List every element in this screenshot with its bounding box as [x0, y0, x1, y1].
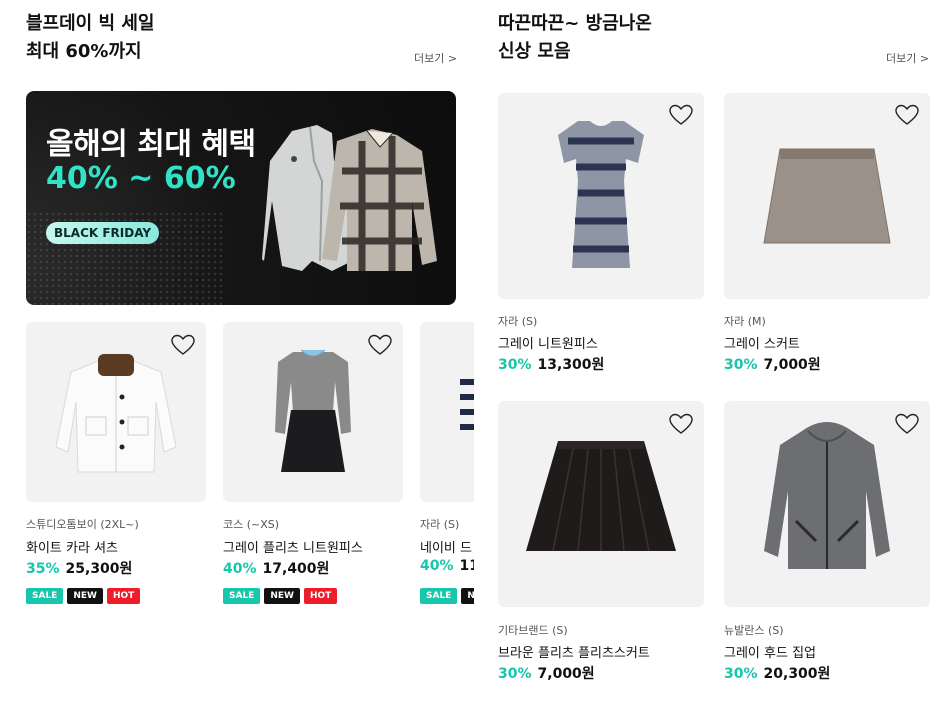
heart-icon[interactable] [669, 104, 693, 126]
hot-badge: HOT [106, 588, 141, 604]
product-brand: 자라 (S) [498, 315, 538, 328]
product-price-line: 35% 25,300원 [26, 558, 132, 578]
hot-badge: HOT [303, 588, 338, 604]
product-name[interactable]: 화이트 카라 셔츠 [26, 537, 118, 556]
new-badge: N [461, 588, 474, 604]
right-title-line1: 따끈따끈~ 방금나온 [498, 13, 652, 34]
black-friday-banner[interactable]: 올해의 최대 혜택 40% ~ 60% BLACK FRIDAY [26, 91, 456, 305]
left-title-line2: 최대 60%까지 [26, 41, 142, 62]
price: 7,000원 [537, 666, 595, 682]
discount-rate: 30% [724, 357, 758, 373]
discount-rate: 30% [498, 666, 532, 682]
left-product-carousel[interactable]: 스튜디오톰보이 (2XL~) 화이트 카라 셔츠 35% 25,300원 SALE… [0, 318, 474, 618]
banner-clothes-image [262, 125, 437, 271]
heart-icon[interactable] [368, 334, 392, 356]
banner-headline: 올해의 최대 혜택 [46, 127, 256, 162]
heart-icon[interactable] [669, 413, 693, 435]
product-brand: 자라 (M) [724, 315, 766, 328]
heart-icon[interactable] [171, 334, 195, 356]
banner-pill: BLACK FRIDAY [46, 222, 160, 244]
right-more-link[interactable]: 더보기 > [886, 50, 929, 66]
product-price-line: 30% 7,000원 [724, 354, 821, 374]
product-name[interactable]: 그레이 니트원피스 [498, 333, 598, 352]
product-brand: 스튜디오톰보이 (2XL~) [26, 518, 139, 531]
heart-icon[interactable] [895, 104, 919, 126]
new-badge: NEW [264, 588, 300, 604]
discount-rate: 40% [223, 561, 257, 577]
product-name[interactable]: 그레이 스커트 [724, 333, 800, 352]
sale-badge: SALE [26, 588, 64, 604]
left-more-link[interactable]: 더보기 > [414, 50, 457, 66]
discount-rate: 35% [26, 561, 60, 577]
price: 17,400원 [262, 561, 330, 577]
heart-icon[interactable] [895, 413, 919, 435]
new-badge: NEW [67, 588, 103, 604]
right-section-title: 따끈따끈~ 방금나온 신상 모음 [498, 10, 652, 66]
product-brand: 코스 (~XS) [223, 518, 280, 531]
price: 11, [459, 558, 474, 574]
left-title-line1: 블프데이 빅 세일 [26, 13, 155, 34]
striped-top-image [460, 379, 474, 430]
right-title-line2: 신상 모음 [498, 41, 571, 62]
product-tags: SALE NEW HOT [223, 588, 338, 604]
left-section-title: 블프데이 빅 세일 최대 60%까지 [26, 10, 154, 66]
product-brand: 자라 (S) [420, 518, 460, 531]
product-name[interactable]: 그레이 후드 집업 [724, 642, 816, 661]
product-brand: 뉴발란스 (S) [724, 624, 784, 637]
product-price-line: 40% 11, [420, 558, 474, 574]
product-price-line: 30% 13,300원 [498, 354, 604, 374]
price: 20,300원 [763, 666, 831, 682]
product-name[interactable]: 그레이 플리츠 니트원피스 [223, 537, 363, 556]
product-tags: SALE N [420, 588, 474, 604]
banner-percent: 40% ~ 60% [46, 161, 236, 196]
price: 7,000원 [763, 357, 821, 373]
product-name[interactable]: 네이비 드 [420, 537, 472, 556]
product-price-line: 30% 20,300원 [724, 663, 830, 683]
product-brand: 기타브랜드 (S) [498, 624, 568, 637]
product-image[interactable] [420, 322, 474, 502]
product-price-line: 40% 17,400원 [223, 558, 329, 578]
product-tags: SALE NEW HOT [26, 588, 141, 604]
price: 25,300원 [65, 561, 133, 577]
section-divider [474, 0, 475, 722]
discount-rate: 30% [498, 357, 532, 373]
sale-badge: SALE [420, 588, 458, 604]
discount-rate: 30% [724, 666, 758, 682]
product-price-line: 30% 7,000원 [498, 663, 595, 683]
sale-badge: SALE [223, 588, 261, 604]
price: 13,300원 [537, 357, 605, 373]
discount-rate: 40% [420, 558, 454, 574]
product-name[interactable]: 브라운 플리츠 플리츠스커트 [498, 642, 650, 661]
